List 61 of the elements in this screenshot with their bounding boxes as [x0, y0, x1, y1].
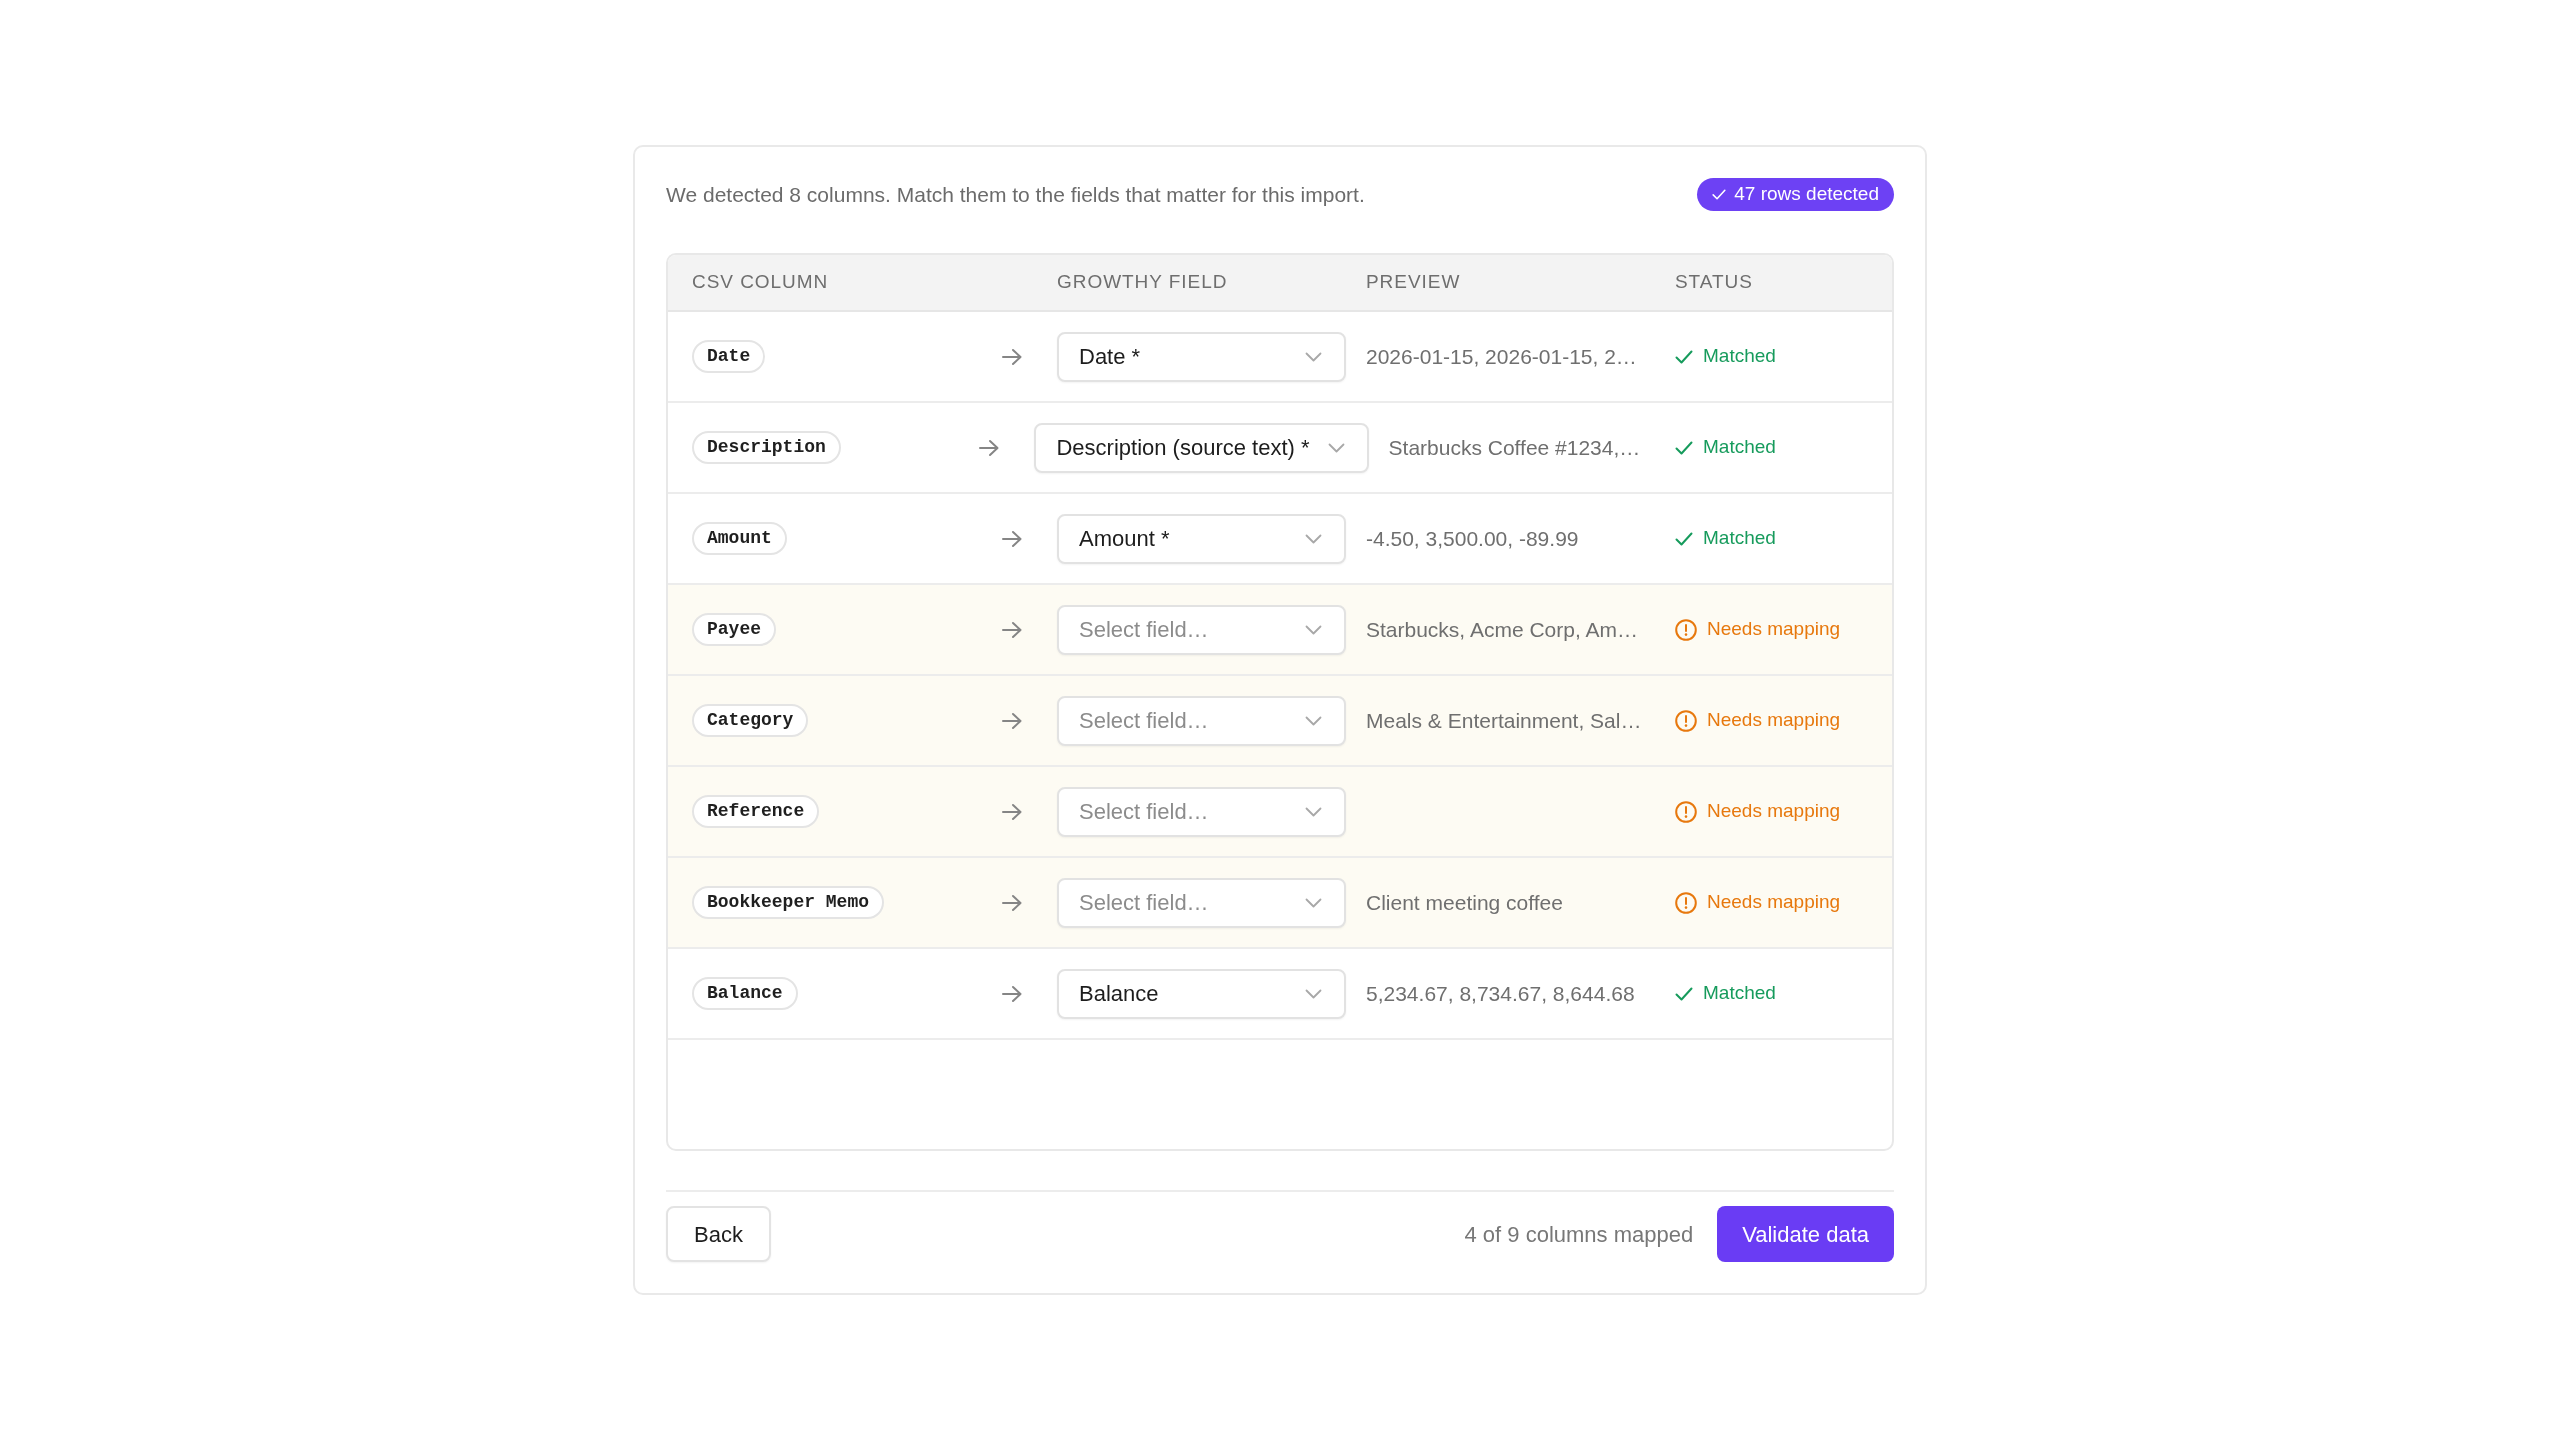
status-label: Matched — [1703, 526, 1776, 551]
preview-text: Starbucks, Acme Corp, Am… — [1366, 617, 1638, 641]
check-icon — [1675, 986, 1693, 1001]
preview-text: Meals & Entertainment, Sal… — [1366, 708, 1642, 732]
mapped-count-text: 4 of 9 columns mapped — [1464, 1220, 1694, 1249]
csv-column-tag: Date — [692, 340, 766, 373]
arrow-right-icon — [1001, 529, 1023, 548]
arrow-right-icon — [1001, 984, 1023, 1003]
chevron-down-icon — [1305, 897, 1322, 908]
check-icon — [1675, 531, 1693, 546]
preview-text: Client meeting coffee — [1366, 890, 1563, 914]
alert-circle-icon — [1675, 618, 1697, 641]
chevron-down-icon — [1305, 533, 1322, 544]
field-select[interactable]: Balance — [1057, 968, 1346, 1019]
chevron-down-icon — [1305, 715, 1322, 726]
arrow-right-icon — [1001, 711, 1023, 730]
status-label: Matched — [1703, 344, 1776, 369]
arrow-right-icon — [1001, 802, 1023, 821]
csv-column-tag: Bookkeeper Memo — [692, 886, 885, 919]
status-label: Needs mapping — [1707, 617, 1841, 642]
column-header: GROWTHY FIELD — [1057, 271, 1228, 293]
arrow-right-icon — [1001, 347, 1023, 366]
check-icon — [1712, 189, 1727, 200]
chevron-down-icon — [1305, 624, 1322, 635]
alert-circle-icon — [1675, 800, 1697, 823]
column-header: PREVIEW — [1366, 271, 1461, 293]
preview-text: 2026-01-15, 2026-01-15, 2… — [1366, 344, 1637, 368]
field-select[interactable]: Amount * — [1057, 513, 1346, 564]
csv-column-tag: Payee — [692, 613, 776, 646]
csv-column-tag: Category — [692, 704, 809, 737]
back-button[interactable]: Back — [666, 1206, 771, 1262]
column-header: STATUS — [1675, 270, 1753, 295]
arrow-right-icon — [978, 438, 1001, 457]
alert-circle-icon — [1675, 709, 1697, 732]
preview-text: -4.50, 3,500.00, -89.99 — [1366, 526, 1579, 550]
status-label: Needs mapping — [1707, 708, 1841, 733]
intro-text: We detected 8 columns. Match them to the fields that matter for this import. — [666, 181, 1365, 208]
field-select[interactable]: Date * — [1057, 331, 1346, 382]
chevron-down-icon — [1327, 442, 1345, 453]
check-icon — [1675, 440, 1693, 455]
csv-column-tag: Description — [692, 431, 841, 464]
csv-column-tag: Reference — [692, 795, 820, 828]
preview-text: 5,234.67, 8,734.67, 8,644.68 — [1366, 981, 1635, 1005]
status-label: Needs mapping — [1707, 890, 1841, 915]
preview-text: Starbucks Coffee #1234,… — [1388, 435, 1641, 459]
arrow-right-icon — [1001, 893, 1023, 912]
alert-circle-icon — [1675, 891, 1697, 914]
csv-column-tag: Balance — [692, 977, 798, 1010]
chevron-down-icon — [1305, 351, 1322, 362]
chevron-down-icon — [1305, 806, 1322, 817]
field-select[interactable]: Description (source text) * — [1034, 422, 1369, 473]
chevron-down-icon — [1305, 988, 1322, 999]
column-header: CSV COLUMN — [692, 271, 829, 293]
status-label: Matched — [1703, 981, 1776, 1006]
arrow-right-icon — [1001, 620, 1023, 639]
status-label: Needs mapping — [1707, 799, 1841, 824]
csv-column-tag: Amount — [692, 522, 787, 555]
check-icon — [1675, 349, 1693, 364]
rows-detected-badge: 47 rows detected — [1697, 178, 1894, 211]
status-label: Matched — [1703, 435, 1776, 460]
validate-data-button[interactable]: Validate data — [1717, 1206, 1894, 1262]
